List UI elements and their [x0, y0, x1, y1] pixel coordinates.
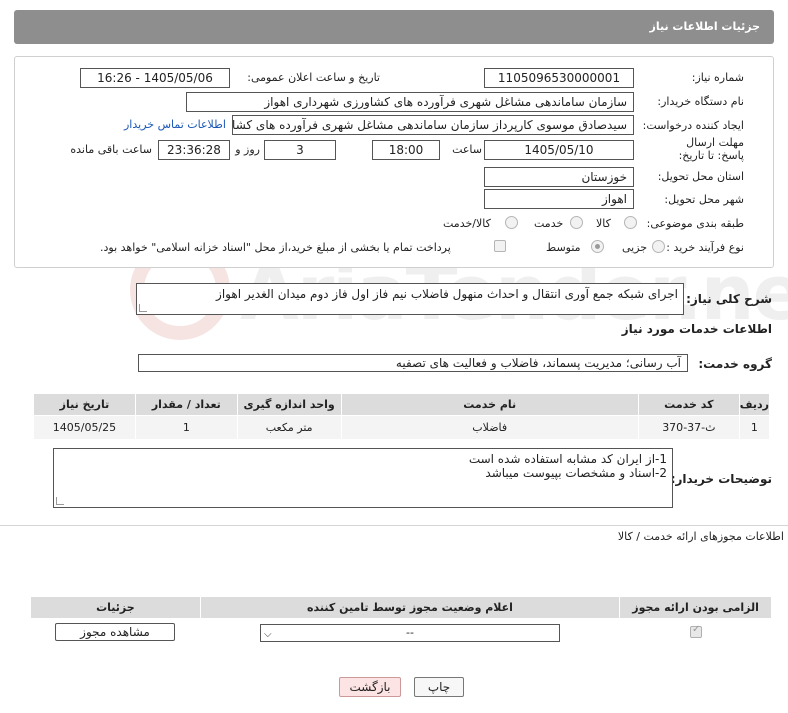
col-service-name: نام خدمت: [340, 393, 639, 416]
chevron-down-icon: ⌵: [264, 629, 272, 640]
deadline-time-field: 18:00: [372, 140, 440, 160]
deadline-label: مهلت ارسال پاسخ: تا تاریخ:: [678, 136, 744, 162]
buyer-notes-textarea: 1-از ایران کد مشابه استفاده شده است 2-اس…: [53, 448, 673, 508]
days-field: 3: [264, 140, 336, 160]
services-section-title: اطلاعات خدمات مورد نیاز: [621, 322, 772, 336]
page-title: جزئیات اطلاعات نیاز: [649, 20, 761, 33]
need-number-field: 1105096530000001: [484, 68, 634, 88]
print-button[interactable]: چاپ: [414, 677, 464, 697]
cell-need-date: 1405/05/25: [33, 415, 136, 440]
remaining-label: ساعت باقی مانده: [70, 143, 152, 156]
col-quantity: تعداد / مقدار: [134, 393, 238, 416]
service-group-label: گروه خدمت:: [698, 357, 772, 371]
col-permit-status: اعلام وضعیت مجوز توسط تامین کننده: [199, 596, 621, 619]
page-header: جزئیات اطلاعات نیاز: [14, 10, 774, 44]
permits-title: اطلاعات مجوزهای ارائه خدمت / کالا: [617, 530, 784, 543]
process-radio-medium[interactable]: [591, 240, 604, 253]
col-permit-details: جزئیات: [30, 596, 201, 619]
city-field: اهواز: [484, 189, 634, 209]
col-service-code: کد خدمت: [637, 393, 740, 416]
buyer-notes-label: توضیحات خریدار:: [670, 472, 772, 486]
requester-label: ایجاد کننده درخواست:: [642, 119, 744, 132]
service-group-field: آب رسانی؛ مدیریت پسماند، فاضلاب و فعالیت…: [138, 354, 688, 372]
province-field: خوزستان: [484, 167, 634, 187]
requester-field: سیدصادق موسوی کارپرداز سازمان ساماندهی م…: [232, 115, 634, 135]
city-label: شهر محل تحویل:: [664, 193, 744, 206]
cell-service-name: فاضلاب: [340, 415, 639, 440]
cell-service-code: ث-37-370: [637, 415, 740, 440]
process-option-minor: جزیی: [622, 241, 648, 254]
permit-status-value: --: [406, 626, 414, 639]
remaining-time-field: 23:36:28: [158, 140, 230, 160]
category-option-goods: کالا: [596, 217, 611, 230]
buyer-contact-link[interactable]: اطلاعات تماس خریدار: [124, 118, 226, 131]
category-option-goods-service: کالا/خدمت: [443, 217, 491, 230]
permit-required-checkbox: [690, 624, 702, 638]
days-label: روز و: [235, 143, 260, 156]
col-row: ردیف: [738, 393, 771, 416]
col-permit-required: الزامی بودن ارائه مجوز: [619, 596, 772, 619]
process-label: نوع فرآیند خرید :: [666, 241, 744, 254]
services-table-header: ردیف کد خدمت نام خدمت واحد اندازه گیری ت…: [33, 393, 771, 416]
category-radio-service[interactable]: [570, 216, 583, 229]
permit-status-select[interactable]: -- ⌵: [260, 624, 560, 642]
view-permit-button[interactable]: مشاهده مجوز: [55, 623, 175, 641]
buyer-notes-line-2: 2-اسناد و مشخصات بپیوست میباشد: [485, 466, 667, 480]
announce-label: تاریخ و ساعت اعلان عمومی:: [247, 71, 380, 84]
category-radio-goods-service[interactable]: [505, 216, 518, 229]
process-option-medium: متوسط: [546, 241, 581, 254]
cell-quantity: 1: [134, 415, 238, 440]
need-number-label: شماره نیاز:: [691, 71, 744, 84]
cell-row: 1: [738, 415, 771, 440]
deadline-time-label: ساعت: [452, 143, 482, 156]
permits-table-header: الزامی بودن ارائه مجوز اعلام وضعیت مجوز …: [30, 596, 772, 619]
cell-unit: متر مکعب: [236, 415, 342, 440]
summary-textarea: اجرای شبکه جمع آوری انتقال و احداث منهول…: [136, 283, 684, 315]
province-label: استان محل تحویل:: [657, 170, 744, 183]
summary-text: اجرای شبکه جمع آوری انتقال و احداث منهول…: [216, 287, 678, 301]
table-row: 1 ث-37-370 فاضلاب متر مکعب 1 1405/05/25: [33, 415, 771, 440]
resize-grip-icon[interactable]: [56, 497, 64, 505]
section-divider: [0, 525, 788, 526]
process-radio-minor[interactable]: [652, 240, 665, 253]
category-radio-goods[interactable]: [624, 216, 637, 229]
resize-grip-icon[interactable]: [139, 304, 147, 312]
treasury-payment-checkbox[interactable]: [494, 240, 506, 252]
buyer-notes-line-1: 1-از ایران کد مشابه استفاده شده است: [468, 452, 667, 466]
buyer-org-field: سازمان ساماندهی مشاغل شهری فرآورده های ک…: [186, 92, 634, 112]
col-need-date: تاریخ نیاز: [33, 393, 136, 416]
category-option-service: خدمت: [534, 217, 564, 230]
summary-label: شرح کلی نیاز:: [686, 292, 772, 306]
back-button[interactable]: بازگشت: [339, 677, 401, 697]
announce-field: 1405/05/06 - 16:26: [80, 68, 230, 88]
services-table: ردیف کد خدمت نام خدمت واحد اندازه گیری ت…: [33, 393, 771, 440]
deadline-date-field: 1405/05/10: [484, 140, 634, 160]
category-label: طبقه بندی موضوعی:: [646, 217, 744, 230]
col-unit: واحد اندازه گیری: [236, 393, 342, 416]
buyer-org-label: نام دستگاه خریدار:: [657, 95, 744, 108]
treasury-payment-note: پرداخت تمام یا بخشی از مبلغ خرید،از محل …: [100, 241, 451, 254]
